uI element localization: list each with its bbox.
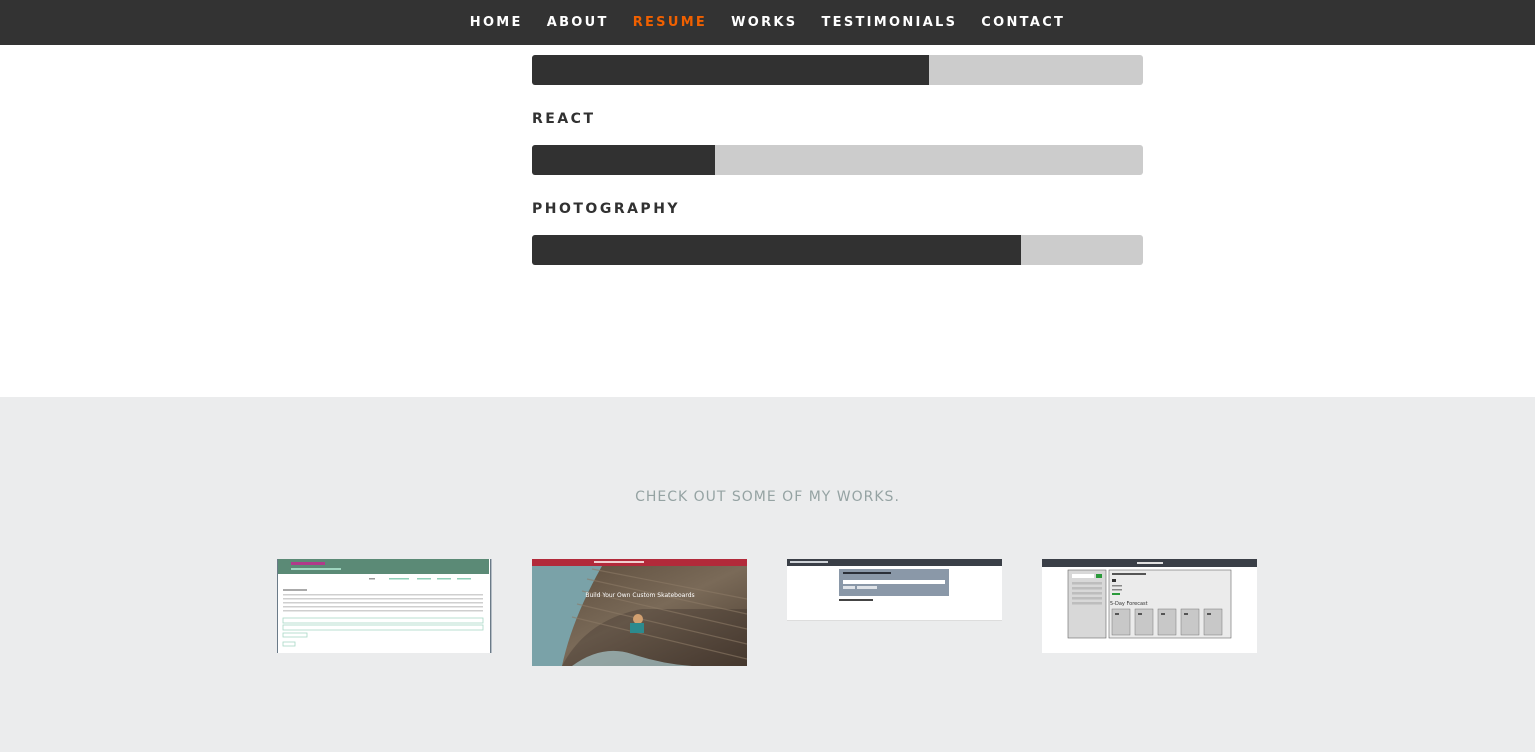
main-navigation: HOME ABOUT RESUME WORKS TESTIMONIALS CON…: [0, 0, 1535, 45]
work-thumbnail-skateboards[interactable]: Build Your Own Custom Skateboards: [532, 559, 747, 666]
nav-works[interactable]: WORKS: [731, 0, 797, 45]
nav-contact[interactable]: CONTACT: [981, 0, 1065, 45]
work-thumbnail-password-generator[interactable]: [787, 559, 1002, 621]
nav-resume[interactable]: RESUME: [633, 0, 707, 45]
nav-testimonials[interactable]: TESTIMONIALS: [821, 0, 957, 45]
skill-label-photography: PHOTOGRAPHY: [532, 201, 681, 217]
skateboards-screenshot: Build Your Own Custom Skateboards: [532, 559, 747, 666]
skateboards-caption: Build Your Own Custom Skateboards: [585, 592, 694, 599]
weather-forecast-caption: 5-Day Forecast: [1110, 601, 1148, 607]
welcome-site-screenshot: [277, 559, 492, 653]
skill-bar-fill: [532, 55, 930, 85]
skill-bar-fill: [532, 235, 1021, 265]
password-generator-screenshot: [787, 559, 1002, 621]
skill-bar-fill: [532, 145, 716, 175]
work-thumbnail-welcome-site[interactable]: [277, 559, 492, 653]
weather-dashboard-screenshot: 5-Day Forecast: [1042, 559, 1257, 653]
works-title: CHECK OUT SOME OF MY WORKS.: [635, 489, 900, 505]
skill-bar-partial: [532, 55, 1143, 85]
skill-label-react: REACT: [532, 111, 596, 127]
works-section: CHECK OUT SOME OF MY WORKS. Build Your O…: [0, 397, 1535, 752]
nav-home[interactable]: HOME: [470, 0, 523, 45]
nav-about[interactable]: ABOUT: [547, 0, 609, 45]
skill-bar-photography: [532, 235, 1143, 265]
skill-bar-react: [532, 145, 1143, 175]
work-thumbnail-weather-dashboard[interactable]: 5-Day Forecast: [1042, 559, 1257, 653]
